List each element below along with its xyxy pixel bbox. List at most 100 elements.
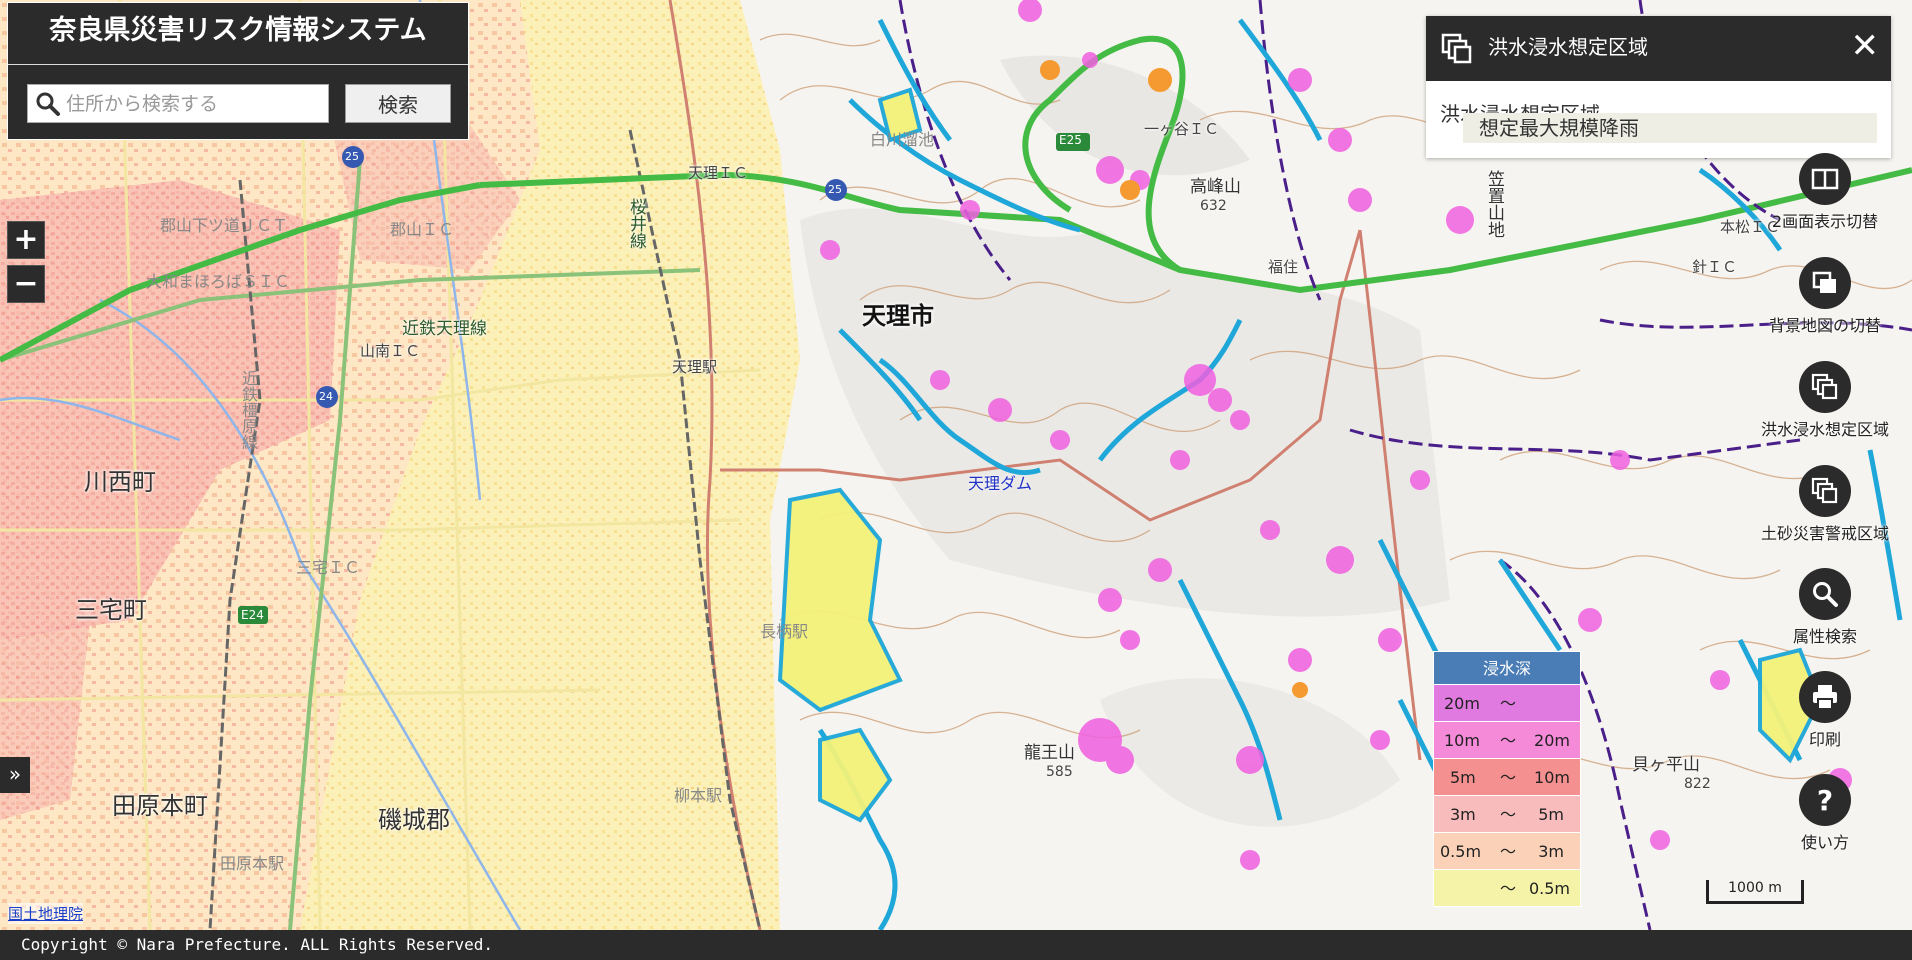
legend-row: ～ 0.5m — [1433, 870, 1581, 907]
sidebar-toggle-button[interactable]: » — [0, 757, 30, 793]
close-icon[interactable]: ✕ — [1851, 26, 1880, 66]
attribute-search-label: 属性検索 — [1792, 627, 1857, 646]
label-takamine: 高峰山 — [1190, 177, 1241, 197]
search-icon — [1813, 582, 1838, 607]
legend-sep: ～ — [1500, 879, 1517, 898]
scale-label: 1000 m — [1728, 880, 1782, 896]
label-r24: 24 — [319, 390, 333, 403]
legend-sep: ～ — [1500, 842, 1517, 861]
label-yanagimoto-station: 柳本駅 — [674, 786, 723, 805]
label-tenri-ic: 天理ＩＣ — [688, 164, 749, 182]
basemap-switch-button[interactable]: 背景地図の切替 — [1750, 257, 1900, 336]
legend-row: 10m ～ 20m — [1433, 722, 1581, 759]
label-fukusumi: 福住 — [1268, 258, 1299, 276]
print-icon — [1813, 685, 1837, 710]
legend-from: 3m — [1450, 805, 1476, 824]
label-miyake: 三宅町 — [75, 596, 147, 624]
legend-from: 20m — [1444, 694, 1480, 713]
layers-icon — [1811, 477, 1838, 504]
scale-bar: 1000 m — [1706, 880, 1804, 904]
search-input[interactable] — [66, 89, 324, 119]
search-icon — [36, 92, 60, 116]
legend-row: 5m ～ 10m — [1433, 759, 1581, 796]
label-kaigahira: 貝ヶ平山 — [1632, 755, 1700, 775]
zoom-out-button[interactable]: − — [7, 265, 45, 303]
legend-to: 5m — [1538, 805, 1564, 824]
legend-to: 20m — [1534, 731, 1570, 750]
label-tenri-dam: 天理ダム — [968, 474, 1033, 493]
label-yamanami-ic: 山南ＩＣ — [360, 342, 421, 360]
legend-sep: ～ — [1500, 805, 1517, 824]
print-label: 印刷 — [1808, 730, 1841, 749]
legend-row: 3m ～ 5m — [1433, 796, 1581, 833]
label-r25: 25 — [345, 150, 359, 163]
basemap-switch-label: 背景地図の切替 — [1768, 316, 1881, 335]
basemap-switch-icon — [1812, 271, 1836, 293]
layer-panel: 洪水浸水想定区域 ✕ 洪水浸水想定区域 想定最大規模降雨 — [1426, 16, 1891, 158]
split-screen-label: 2画面表示切替 — [1771, 212, 1879, 231]
flood-depth-legend: 浸水深 20m ～ 10m ～ 20m 5m ～ 10m 3m ～ 5m 0.5… — [1433, 651, 1581, 907]
label-tenri-city: 天理市 — [862, 302, 934, 330]
legend-title: 浸水深 — [1433, 651, 1581, 685]
print-button[interactable]: 印刷 — [1750, 671, 1900, 750]
sediment-layer-label: 土砂災害警戒区域 — [1760, 524, 1889, 543]
label-koriyama-jct: 郡山下ツ道ＪＣＴ — [160, 216, 289, 235]
label-kintetsu-tenri: 近鉄天理線 — [402, 319, 487, 339]
attribute-search-button[interactable]: 属性検索 — [1750, 568, 1900, 647]
legend-to: 3m — [1538, 842, 1564, 861]
legend-sep: ～ — [1500, 731, 1517, 750]
legend-sep: ～ — [1500, 694, 1517, 713]
split-screen-button[interactable]: 2画面表示切替 — [1750, 153, 1900, 232]
label-e25: E25 — [1059, 133, 1082, 147]
layer-panel-title: 洪水浸水想定区域 — [1488, 35, 1648, 59]
label-harimichi-ic: 針ＩＣ — [1692, 258, 1738, 276]
label-e24: E24 — [241, 608, 264, 622]
label-tawaramoto: 田原本町 — [112, 792, 208, 820]
flood-layer-button[interactable]: 洪水浸水想定区域 — [1750, 361, 1900, 440]
search-button[interactable]: 検索 — [345, 84, 451, 123]
label-r25b: 25 — [828, 183, 842, 196]
label-tenri-station: 天理駅 — [672, 358, 718, 376]
legend-row: 20m ～ — [1433, 685, 1581, 722]
search-box[interactable] — [27, 84, 329, 123]
attribution-link[interactable]: 国土地理院 — [8, 903, 84, 924]
split-screen-icon — [1811, 168, 1839, 190]
flood-layer-label: 洪水浸水想定区域 — [1760, 420, 1889, 439]
legend-to: 10m — [1534, 768, 1570, 787]
label-nagara-station: 長柄駅 — [760, 622, 809, 641]
layers-icon — [1441, 33, 1472, 64]
label-shirakawa-pond: 白川溜池 — [870, 130, 935, 149]
legend-to: 0.5m — [1528, 879, 1570, 898]
help-label: 使い方 — [1800, 833, 1849, 852]
help-icon: ? — [1817, 786, 1833, 814]
zoom-in-button[interactable]: + — [7, 221, 45, 259]
label-kaigahira-elev: 822 — [1684, 776, 1711, 792]
label-mahoroba-sic: 大和まほろばＳＩＣ — [146, 272, 291, 291]
legend-from: 0.5m — [1440, 842, 1482, 861]
label-kasagi-mountains: 笠置山地 — [1484, 170, 1504, 238]
svg-text:?: ? — [1817, 786, 1833, 814]
label-takamine-elev: 632 — [1200, 198, 1227, 214]
label-ichigaya-ic: 一ヶ谷ＩＣ — [1144, 120, 1220, 138]
label-ryuo-elev: 585 — [1046, 764, 1073, 780]
label-miyake-ic: 三宅ＩＣ — [296, 558, 361, 577]
legend-from: 10m — [1444, 731, 1480, 750]
label-sakurai-line: 桜井線 — [626, 198, 646, 249]
label-kintetsu-kashihara: 近鉄橿原線 — [239, 370, 258, 450]
sediment-layer-button[interactable]: 土砂災害警戒区域 — [1750, 465, 1900, 544]
help-button[interactable]: ? 使い方 — [1750, 774, 1900, 853]
label-ryuo: 龍王山 — [1024, 743, 1075, 763]
label-shiki-gun: 磯城郡 — [378, 806, 450, 834]
legend-row: 0.5m ～ 3m — [1433, 833, 1581, 870]
title-search-panel: 奈良県災害リスク情報システム 検索 — [7, 2, 469, 140]
layer-item-selected[interactable]: 想定最大規模降雨 — [1463, 113, 1877, 143]
legend-from: 5m — [1450, 768, 1476, 787]
app-title: 奈良県災害リスク情報システム — [8, 3, 468, 65]
layers-icon — [1811, 373, 1838, 400]
legend-sep: ～ — [1500, 768, 1517, 787]
layer-panel-header: 洪水浸水想定区域 ✕ — [1426, 16, 1891, 81]
footer-copyright: Copyright © Nara Prefecture. ALL Rights … — [0, 930, 1912, 960]
label-koriyama-ic: 郡山ＩＣ — [390, 220, 455, 239]
label-kawanishi: 川西町 — [84, 468, 156, 496]
label-tawaramoto-station: 田原本駅 — [220, 854, 285, 873]
